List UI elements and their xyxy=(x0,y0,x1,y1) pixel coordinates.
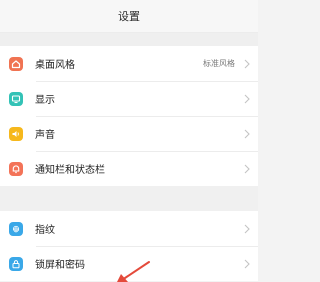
chevron-right-icon xyxy=(244,224,250,233)
settings-row-label: 桌面风格 xyxy=(35,60,75,71)
settings-group-personalization: 桌面风格 标准风格 显示 声音 通知栏和状态栏 xyxy=(0,46,258,186)
settings-row-value: 标准风格 xyxy=(203,59,235,68)
settings-row-desktop-style[interactable]: 桌面风格 标准风格 xyxy=(0,46,258,81)
settings-row-display[interactable]: 显示 xyxy=(0,81,258,116)
settings-row-label: 通知栏和状态栏 xyxy=(35,165,105,176)
section-spacer xyxy=(0,186,258,211)
settings-row-sound[interactable]: 声音 xyxy=(0,116,258,151)
chevron-right-icon xyxy=(244,94,250,103)
settings-row-label: 锁屏和密码 xyxy=(35,260,85,271)
display-icon xyxy=(9,91,23,106)
settings-row-lockscreen[interactable]: 锁屏和密码 xyxy=(0,246,258,281)
page-title: 设置 xyxy=(118,10,140,23)
lock-icon xyxy=(9,256,23,271)
settings-row-notification[interactable]: 通知栏和状态栏 xyxy=(0,151,258,186)
chevron-right-icon xyxy=(244,59,250,68)
title-bar: 设置 xyxy=(0,0,258,33)
settings-row-label: 显示 xyxy=(35,95,55,106)
section-spacer xyxy=(0,33,258,46)
home-icon xyxy=(9,56,23,71)
chevron-right-icon xyxy=(244,129,250,138)
chevron-right-icon xyxy=(244,259,250,268)
fingerprint-icon xyxy=(9,221,23,236)
settings-row-fingerprint[interactable]: 指纹 xyxy=(0,211,258,246)
speaker-icon xyxy=(9,126,23,141)
bell-icon xyxy=(9,161,23,176)
chevron-right-icon xyxy=(244,164,250,173)
settings-group-security: 指纹 锁屏和密码 xyxy=(0,211,258,281)
settings-row-label: 声音 xyxy=(35,130,55,141)
settings-row-label: 指纹 xyxy=(35,225,55,236)
